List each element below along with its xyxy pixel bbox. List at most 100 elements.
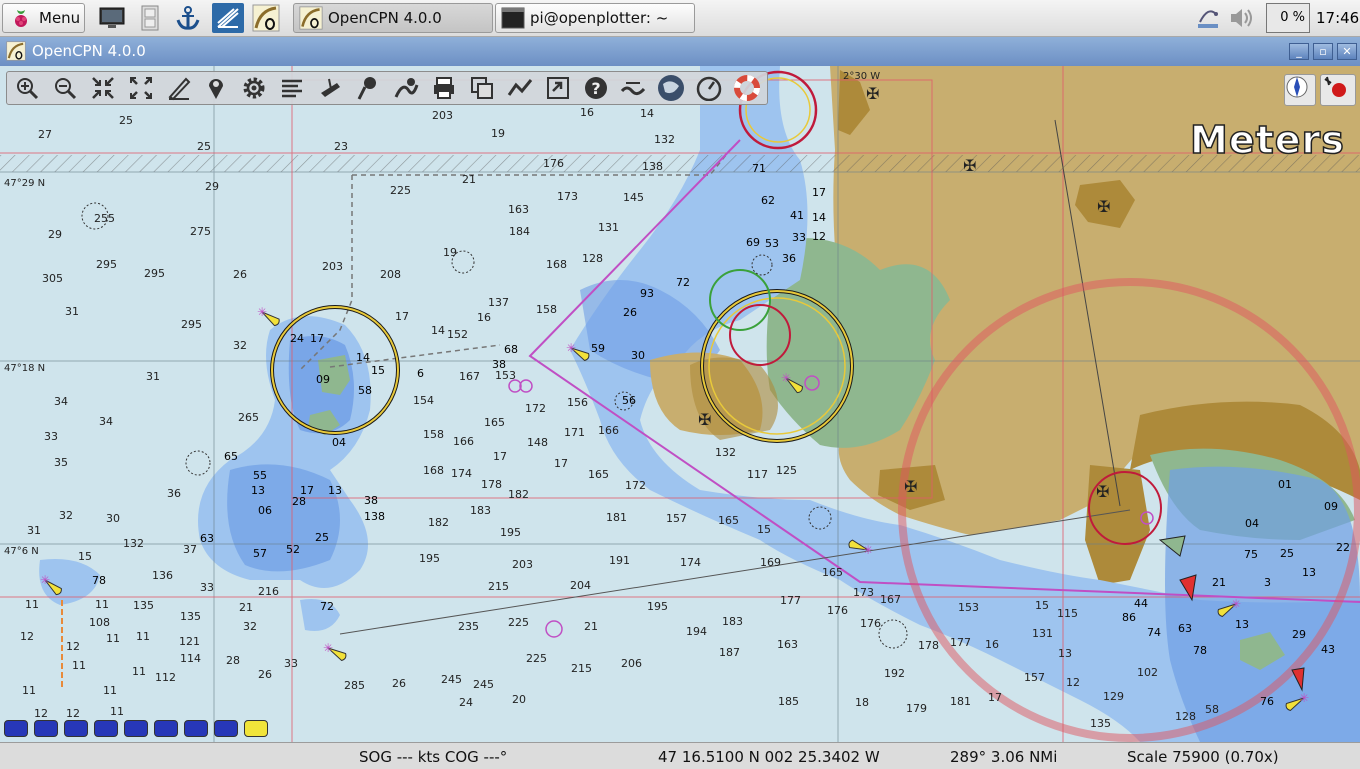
depth-sounding: 132 [123,537,144,550]
depth-sounding: 76 [1260,695,1274,708]
menu-button[interactable]: Menu [2,3,85,33]
depth-sounding: 183 [470,504,491,517]
grib-button[interactable] [653,72,689,104]
lat-label: 47°29 N [4,178,45,189]
scale-out-button[interactable] [123,72,159,104]
depth-sounding: 235 [458,620,479,633]
depth-sounding: 255 [94,212,115,225]
depth-sounding: 114 [180,652,201,665]
text-button[interactable] [274,72,310,104]
depth-sounding: 04 [1245,517,1259,530]
depth-sounding: 86 [1122,611,1136,624]
kplex-launcher[interactable] [212,3,244,33]
file-manager-launcher[interactable] [96,3,128,33]
gear-icon [243,77,265,99]
route-manager-button[interactable] [388,72,424,104]
text-lines-icon [282,79,303,98]
network-tray[interactable] [1192,3,1224,33]
depth-sounding: 12 [20,630,34,643]
ais-button[interactable] [312,72,348,104]
depth-sounding: 38 [492,358,506,371]
depth-sounding: 55 [253,469,267,482]
depth-sounding: 24 [290,332,304,345]
task-opencpn[interactable]: OpenCPN 4.0.0 [293,3,493,33]
depth-sounding: 93 [640,287,654,300]
track-button[interactable] [502,72,538,104]
gauge-button[interactable] [691,72,727,104]
color-scheme-button[interactable] [464,72,500,104]
depth-sounding: 17 [300,484,314,497]
chart-piano-key[interactable] [124,720,148,737]
depth-sounding: 11 [136,630,150,643]
chart-piano-key[interactable] [214,720,238,737]
depth-sounding: 26 [392,677,406,690]
task-terminal[interactable]: pi@openplotter: ~ [495,3,695,33]
chart-piano-key[interactable] [184,720,208,737]
scale-in-button[interactable] [85,72,121,104]
depth-sounding: 11 [72,659,86,672]
depth-sounding: 215 [488,580,509,593]
depth-sounding: 172 [625,479,646,492]
chart-piano-key[interactable] [154,720,178,737]
compass-widget[interactable] [1284,74,1316,106]
depth-sounding: 29 [1292,628,1306,641]
depth-sounding: 176 [827,604,848,617]
zoom-in-button[interactable] [9,72,45,104]
maximize-button[interactable]: ▫ [1313,43,1333,60]
task-terminal-label: pi@openplotter: ~ [530,9,669,27]
zoom-in-icon [16,78,39,100]
opencpn-launcher[interactable] [172,3,204,33]
depth-sounding: 72 [676,276,690,289]
print-button[interactable] [426,72,462,104]
svg-text:✳: ✳ [566,341,576,355]
help-button[interactable]: ? [578,72,614,104]
depth-sounding: 33 [44,430,58,443]
depth-sounding: 112 [155,671,176,684]
volume-tray[interactable] [1226,3,1258,33]
depth-sounding: 04 [332,436,346,449]
depth-sounding: 166 [598,424,619,437]
gps-status-widget[interactable] [1320,74,1356,106]
depth-sounding: 165 [484,416,505,429]
window-titlebar[interactable]: OpenCPN 4.0.0 _ ▫ ✕ [0,37,1360,66]
depth-sounding: 58 [358,384,372,397]
depth-sounding: 135 [180,610,201,623]
chart-piano-key[interactable] [4,720,28,737]
chart-piano-key[interactable] [64,720,88,737]
chart-piano-key[interactable] [94,720,118,737]
depth-sounding: 38 [364,494,378,507]
depth-sounding: 33 [284,657,298,670]
mob-button[interactable] [729,72,765,104]
cabinet-launcher[interactable] [134,3,166,33]
close-button[interactable]: ✕ [1337,43,1357,60]
chart-piano-key[interactable] [34,720,58,737]
depth-sounding: 121 [179,635,200,648]
depth-sounding: 152 [447,328,468,341]
depth-sounding: 185 [778,695,799,708]
chart-canvas[interactable]: ✠ ✠ ✠ ✠ ✠ ✠ 25 27 25 23 203 19 16 14 132 176 138 21… [0,66,1360,742]
follow-button[interactable] [540,72,576,104]
create-route-button[interactable] [161,72,197,104]
depth-sounding: 11 [106,632,120,645]
dashboard-button[interactable] [616,72,652,104]
lifebuoy-icon [734,75,761,101]
depth-sounding: 173 [853,586,874,599]
depth-sounding: 178 [918,639,939,652]
current-tide-button[interactable] [350,72,386,104]
depth-sounding: 191 [609,554,630,567]
depth-sounding: 25 [1280,547,1294,560]
options-button[interactable] [236,72,272,104]
depth-sounding: 203 [322,260,343,273]
depth-sounding: 295 [96,258,117,271]
depth-sounding: 36 [782,252,796,265]
clock[interactable]: 17:46 [1316,9,1359,27]
chart-piano-key[interactable] [244,720,268,737]
opencpn-alt-launcher[interactable] [250,3,282,33]
depth-sounding: 138 [642,160,663,173]
depth-sounding: 74 [1147,626,1161,639]
nautical-chart[interactable]: ✠ ✠ ✠ ✠ ✠ ✠ 252725 232031916 14132176 13821… [0,66,1360,742]
depth-sounding: 09 [1324,500,1338,513]
drop-mark-button[interactable] [199,72,235,104]
zoom-out-button[interactable] [47,72,83,104]
minimize-button[interactable]: _ [1289,43,1309,60]
